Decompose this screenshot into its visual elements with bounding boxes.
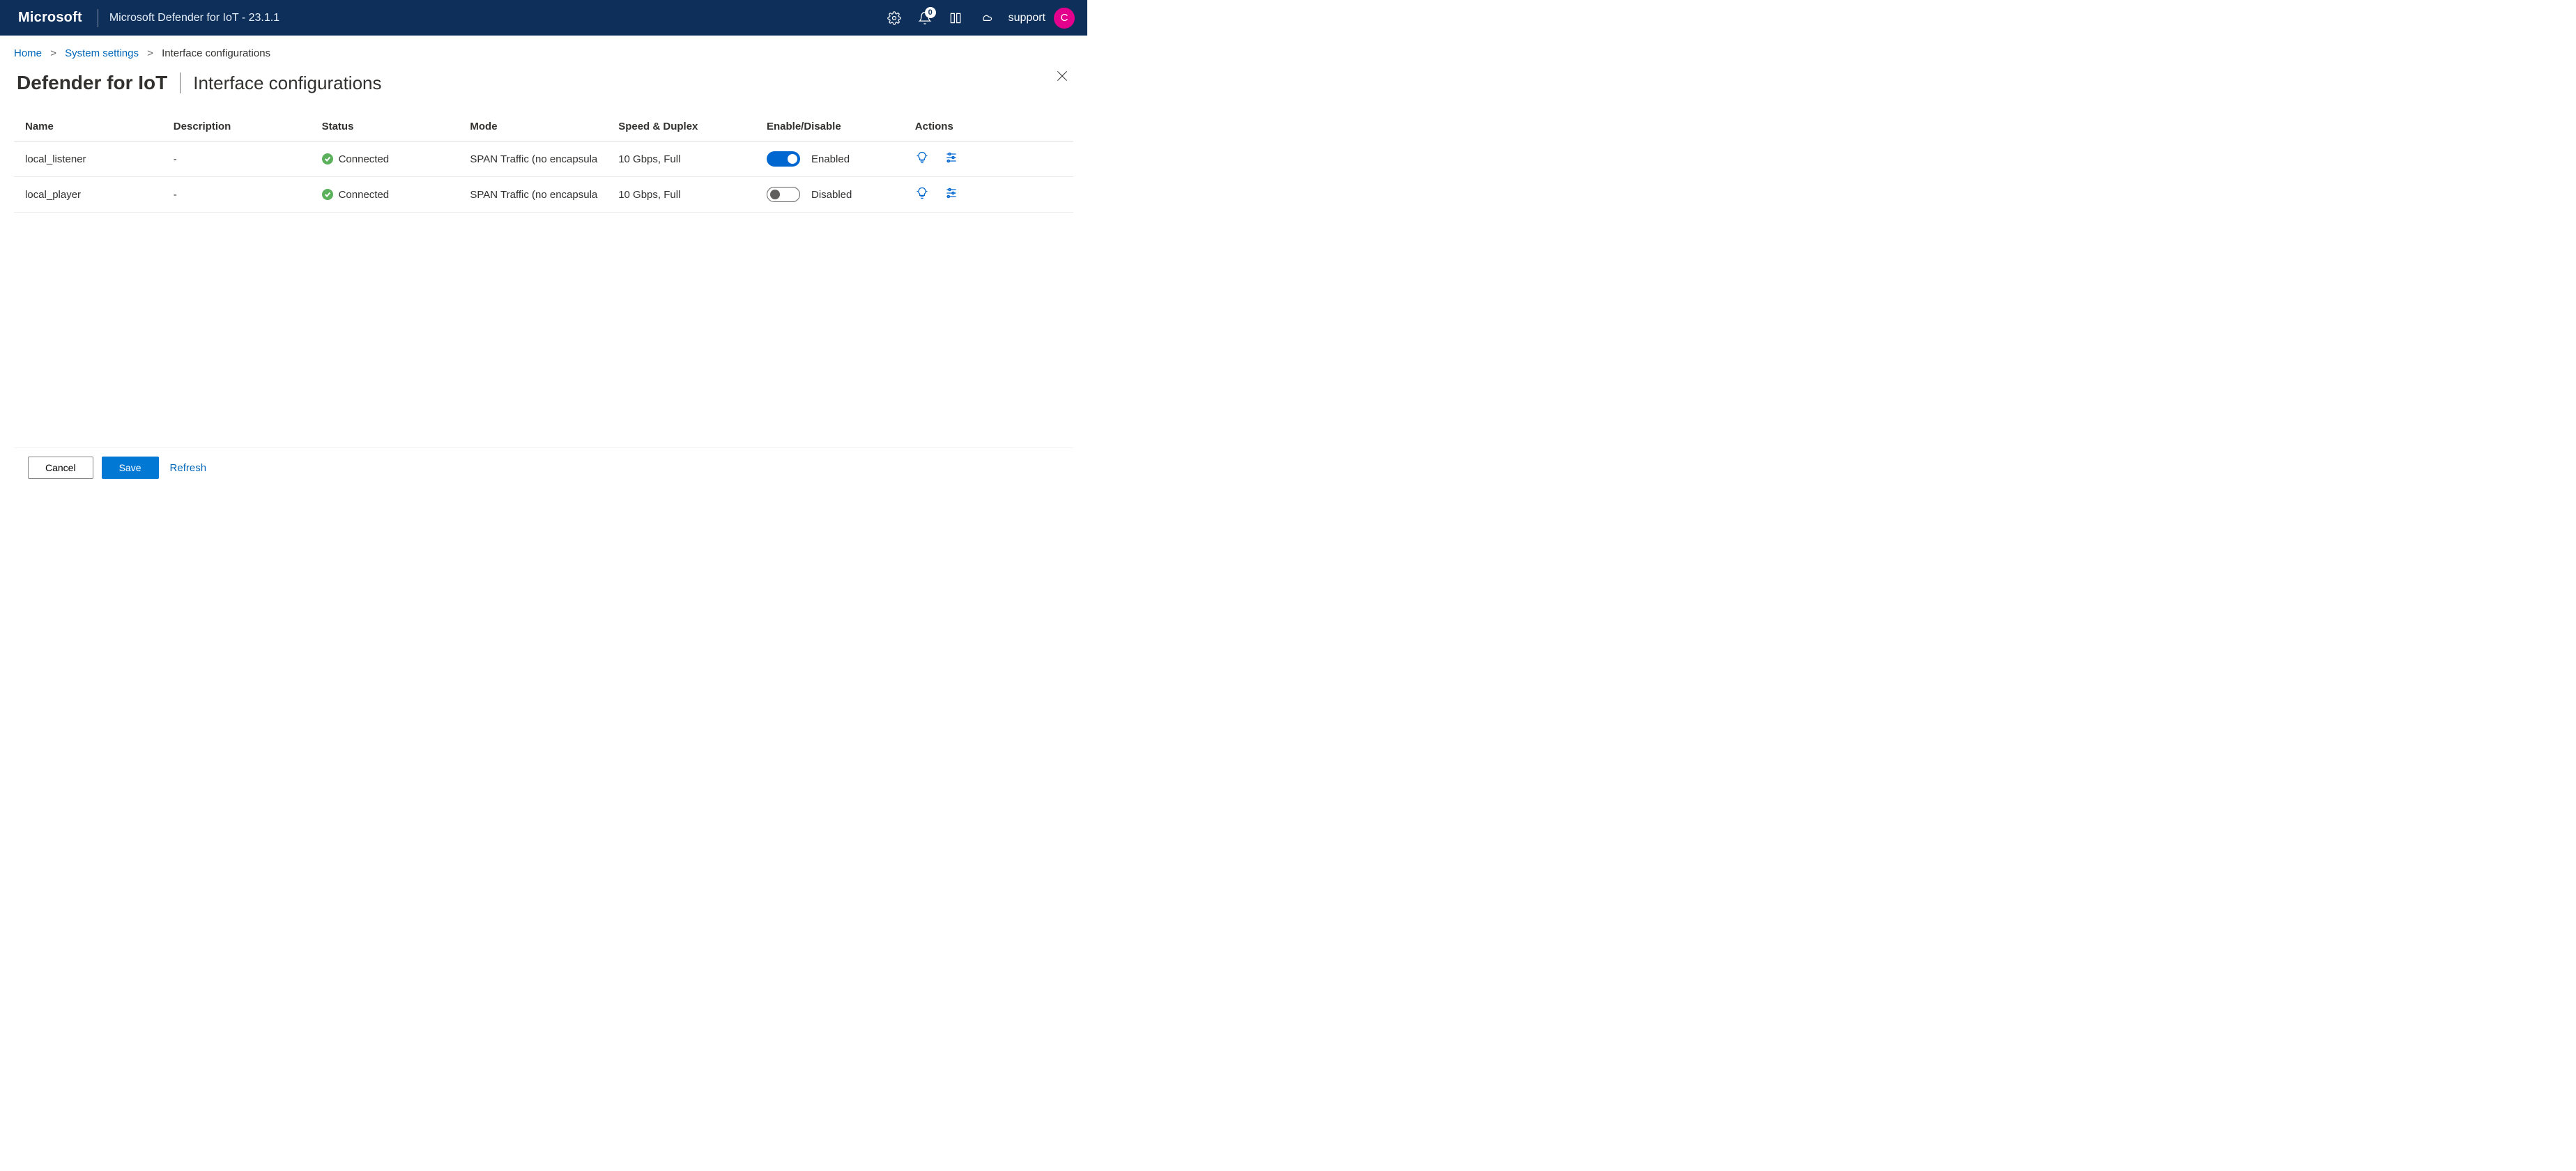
cell-status: Connected	[311, 177, 459, 213]
enable-label: Enabled	[811, 153, 850, 165]
breadcrumb-home[interactable]: Home	[14, 47, 42, 59]
col-enable[interactable]: Enable/Disable	[756, 112, 904, 141]
blink-led-icon[interactable]	[915, 186, 929, 203]
col-actions[interactable]: Actions	[904, 112, 1073, 141]
cell-speed: 10 Gbps, Full	[607, 177, 756, 213]
status-connected-icon	[322, 189, 333, 200]
cell-mode: SPAN Traffic (no encapsula	[459, 177, 607, 213]
top-bar: Microsoft Microsoft Defender for IoT - 2…	[0, 0, 1087, 36]
refresh-link[interactable]: Refresh	[170, 462, 207, 474]
cell-name: local_listener	[14, 141, 162, 177]
breadcrumb-system-settings[interactable]: System settings	[65, 47, 139, 59]
col-name[interactable]: Name	[14, 112, 162, 141]
cell-enable: Enabled	[756, 141, 904, 177]
table-row[interactable]: local_listener-ConnectedSPAN Traffic (no…	[14, 141, 1073, 177]
settings-sliders-icon[interactable]	[944, 186, 958, 203]
status-connected-icon	[322, 153, 333, 164]
interfaces-table: Name Description Status Mode Speed & Dup…	[14, 112, 1073, 213]
enable-toggle[interactable]	[767, 187, 800, 202]
settings-icon[interactable]	[879, 0, 910, 36]
brand-logo: Microsoft	[18, 10, 82, 26]
col-speed[interactable]: Speed & Duplex	[607, 112, 756, 141]
cloud-icon[interactable]	[971, 0, 1002, 36]
cell-description: -	[162, 177, 311, 213]
cell-status: Connected	[311, 141, 459, 177]
docs-icon[interactable]	[940, 0, 971, 36]
user-label[interactable]: support	[1009, 12, 1045, 24]
settings-sliders-icon[interactable]	[944, 151, 958, 167]
divider	[180, 72, 181, 93]
close-icon[interactable]	[1055, 69, 1069, 86]
page-title: Defender for IoT	[17, 72, 167, 94]
app-title: Microsoft Defender for IoT - 23.1.1	[109, 12, 279, 24]
notifications-icon[interactable]: 0	[910, 0, 940, 36]
notification-badge: 0	[925, 7, 936, 18]
footer-actions: Cancel Save Refresh	[14, 447, 1073, 494]
breadcrumb: Home > System settings > Interface confi…	[0, 36, 1087, 66]
save-button[interactable]: Save	[102, 457, 159, 479]
table-row[interactable]: local_player-ConnectedSPAN Traffic (no e…	[14, 177, 1073, 213]
cell-description: -	[162, 141, 311, 177]
col-mode[interactable]: Mode	[459, 112, 607, 141]
avatar[interactable]: C	[1054, 8, 1075, 29]
cell-mode: SPAN Traffic (no encapsula	[459, 141, 607, 177]
cancel-button[interactable]: Cancel	[28, 457, 93, 479]
col-description[interactable]: Description	[162, 112, 311, 141]
cell-actions	[904, 177, 1073, 213]
blink-led-icon[interactable]	[915, 151, 929, 167]
cell-name: local_player	[14, 177, 162, 213]
enable-label: Disabled	[811, 189, 852, 201]
page-subtitle: Interface configurations	[193, 72, 381, 94]
cell-actions	[904, 141, 1073, 177]
page-header: Defender for IoT Interface configuration…	[0, 66, 1087, 112]
col-status[interactable]: Status	[311, 112, 459, 141]
cell-enable: Disabled	[756, 177, 904, 213]
breadcrumb-current: Interface configurations	[162, 47, 270, 59]
cell-speed: 10 Gbps, Full	[607, 141, 756, 177]
enable-toggle[interactable]	[767, 151, 800, 167]
